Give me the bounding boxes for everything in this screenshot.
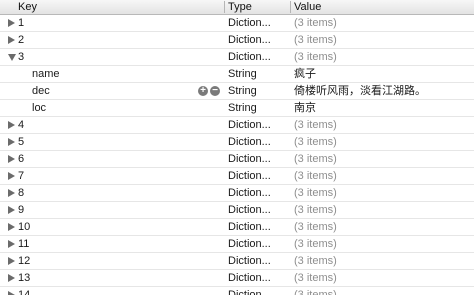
value-cell: (3 items) xyxy=(294,221,337,233)
key-cell[interactable]: 7 xyxy=(18,168,188,184)
table-row[interactable]: 2 Diction... (3 items) xyxy=(0,32,474,49)
value-cell: (3 items) xyxy=(294,170,337,182)
type-cell[interactable]: Diction... xyxy=(228,151,288,167)
disclosure-closed-icon[interactable] xyxy=(8,223,15,231)
value-cell: (3 items) xyxy=(294,255,337,267)
child-row[interactable]: name String 疯子 xyxy=(0,66,474,83)
column-header-type[interactable]: Type xyxy=(228,0,252,14)
disclosure-closed-icon[interactable] xyxy=(8,19,15,27)
type-cell[interactable]: Diction... xyxy=(228,253,288,269)
key-cell[interactable]: loc xyxy=(32,100,188,116)
type-cell[interactable]: Diction... xyxy=(228,219,288,235)
table-row[interactable]: 8 Diction... (3 items) xyxy=(0,185,474,202)
table-row[interactable]: 1 Diction... (3 items) xyxy=(0,15,474,32)
column-divider[interactable] xyxy=(290,1,291,13)
key-cell[interactable]: name xyxy=(32,66,188,82)
key-cell[interactable]: 11 xyxy=(18,236,188,252)
table-row[interactable]: 14 Diction... (3 items) xyxy=(0,287,474,295)
key-cell[interactable]: 6 xyxy=(18,151,188,167)
key-cell[interactable]: 13 xyxy=(18,270,188,286)
value-cell: (3 items) xyxy=(294,17,337,29)
type-cell[interactable]: Diction... xyxy=(228,287,288,295)
disclosure-closed-icon[interactable] xyxy=(8,172,15,180)
child-row[interactable]: dec + − String 倚楼听风雨，淡看江湖路。 xyxy=(0,83,474,100)
table-row[interactable]: 9 Diction... (3 items) xyxy=(0,202,474,219)
type-cell[interactable]: Diction... xyxy=(228,134,288,150)
value-cell: (3 items) xyxy=(294,187,337,199)
type-cell[interactable]: Diction... xyxy=(228,270,288,286)
key-cell[interactable]: 1 xyxy=(18,15,188,31)
type-cell[interactable]: Diction... xyxy=(228,15,288,31)
disclosure-closed-icon[interactable] xyxy=(8,291,15,295)
table-header: Key Type Value xyxy=(0,0,474,15)
column-header-value[interactable]: Value xyxy=(294,0,321,14)
key-cell[interactable]: 9 xyxy=(18,202,188,218)
type-cell[interactable]: Diction... xyxy=(228,49,288,65)
disclosure-closed-icon[interactable] xyxy=(8,121,15,129)
type-cell[interactable]: Diction... xyxy=(228,168,288,184)
disclosure-closed-icon[interactable] xyxy=(8,206,15,214)
remove-icon[interactable]: − xyxy=(210,86,220,96)
table-row[interactable]: 13 Diction... (3 items) xyxy=(0,270,474,287)
type-cell[interactable]: Diction... xyxy=(228,32,288,48)
table-row[interactable]: 10 Diction... (3 items) xyxy=(0,219,474,236)
child-row[interactable]: loc String 南京 xyxy=(0,100,474,117)
column-header-key[interactable]: Key xyxy=(18,0,37,14)
table-row[interactable]: 3 Diction... (3 items) xyxy=(0,49,474,66)
key-cell[interactable]: 12 xyxy=(18,253,188,269)
value-cell[interactable]: 南京 xyxy=(294,100,470,116)
value-cell: (3 items) xyxy=(294,204,337,216)
key-cell[interactable]: 8 xyxy=(18,185,188,201)
type-cell[interactable]: Diction... xyxy=(228,117,288,133)
disclosure-closed-icon[interactable] xyxy=(8,257,15,265)
key-cell[interactable]: 10 xyxy=(18,219,188,235)
type-cell[interactable]: String xyxy=(228,83,288,99)
value-cell[interactable]: 疯子 xyxy=(294,66,470,82)
value-cell: (3 items) xyxy=(294,119,337,131)
type-cell[interactable]: Diction... xyxy=(228,185,288,201)
value-cell: (3 items) xyxy=(294,51,337,63)
table-row[interactable]: 5 Diction... (3 items) xyxy=(0,134,474,151)
key-cell[interactable]: dec xyxy=(32,83,188,99)
value-cell: (3 items) xyxy=(294,272,337,284)
type-cell[interactable]: Diction... xyxy=(228,236,288,252)
disclosure-closed-icon[interactable] xyxy=(8,138,15,146)
disclosure-closed-icon[interactable] xyxy=(8,155,15,163)
table-row[interactable]: 7 Diction... (3 items) xyxy=(0,168,474,185)
disclosure-closed-icon[interactable] xyxy=(8,274,15,282)
key-cell[interactable]: 4 xyxy=(18,117,188,133)
column-divider[interactable] xyxy=(224,1,225,13)
value-cell: (3 items) xyxy=(294,34,337,46)
type-cell[interactable]: Diction... xyxy=(228,202,288,218)
type-cell[interactable]: String xyxy=(228,100,288,116)
value-cell[interactable]: 倚楼听风雨，淡看江湖路。 xyxy=(294,83,470,99)
key-cell[interactable]: 14 xyxy=(18,287,188,295)
value-cell: (3 items) xyxy=(294,238,337,250)
key-cell[interactable]: 3 xyxy=(18,49,188,65)
table-body: 1 Diction... (3 items) 2 Diction... (3 items)… xyxy=(0,15,474,295)
table-row[interactable]: 11 Diction... (3 items) xyxy=(0,236,474,253)
disclosure-closed-icon[interactable] xyxy=(8,189,15,197)
plist-editor: Key Type Value 1 Diction... (3 items) 2 Dict… xyxy=(0,0,474,295)
disclosure-closed-icon[interactable] xyxy=(8,240,15,248)
key-cell[interactable]: 5 xyxy=(18,134,188,150)
value-cell: (3 items) xyxy=(294,289,337,295)
value-cell: (3 items) xyxy=(294,153,337,165)
table-row[interactable]: 12 Diction... (3 items) xyxy=(0,253,474,270)
value-cell: (3 items) xyxy=(294,136,337,148)
table-row[interactable]: 4 Diction... (3 items) xyxy=(0,117,474,134)
disclosure-open-icon[interactable] xyxy=(8,54,16,61)
add-icon[interactable]: + xyxy=(198,86,208,96)
disclosure-closed-icon[interactable] xyxy=(8,36,15,44)
key-cell[interactable]: 2 xyxy=(18,32,188,48)
type-cell[interactable]: String xyxy=(228,66,288,82)
table-row[interactable]: 6 Diction... (3 items) xyxy=(0,151,474,168)
